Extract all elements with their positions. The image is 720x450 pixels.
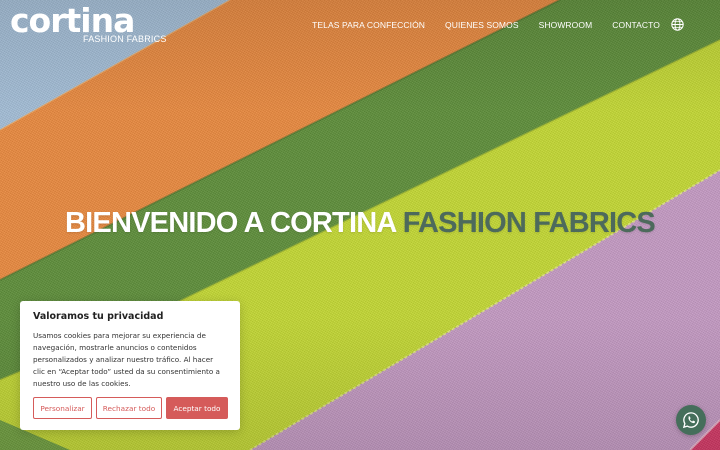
nav-item-contacto[interactable]: CONTACTO	[612, 20, 660, 30]
globe-icon[interactable]	[671, 18, 684, 31]
logo-wordmark: cortina	[10, 1, 135, 40]
nav-item-quienes-somos[interactable]: QUIENES SOMOS	[445, 20, 519, 30]
cookie-consent-dialog: Valoramos tu privacidad Usamos cookies p…	[20, 301, 240, 430]
cookie-title: Valoramos tu privacidad	[33, 311, 164, 322]
logo-subtitle: FASHION FABRICS	[83, 34, 167, 44]
site-logo[interactable]: cortina FASHION FABRICS	[10, 1, 166, 45]
cookie-description: Usamos cookies para mejorar su experienc…	[33, 331, 220, 388]
whatsapp-button[interactable]	[676, 405, 706, 435]
whatsapp-icon	[682, 412, 699, 429]
main-navigation: TELAS PARA CONFECCIÓN QUIENES SOMOS SHOW…	[312, 20, 660, 30]
nav-item-showroom[interactable]: SHOWROOM	[539, 20, 593, 30]
hero-title: BIENVENIDO A CORTINA FASHION FABRICS	[0, 207, 720, 240]
accept-all-button[interactable]: Aceptar todo	[166, 397, 228, 419]
customize-button[interactable]: Personalizar	[33, 397, 92, 419]
reject-all-button[interactable]: Rechazar todo	[96, 397, 162, 419]
hero-title-main: BIENVENIDO A CORTINA	[65, 207, 396, 239]
cookie-button-group: Personalizar Rechazar todo Aceptar todo	[33, 397, 228, 419]
nav-item-telas[interactable]: TELAS PARA CONFECCIÓN	[312, 20, 425, 30]
hero-title-accent: FASHION FABRICS	[402, 207, 656, 239]
